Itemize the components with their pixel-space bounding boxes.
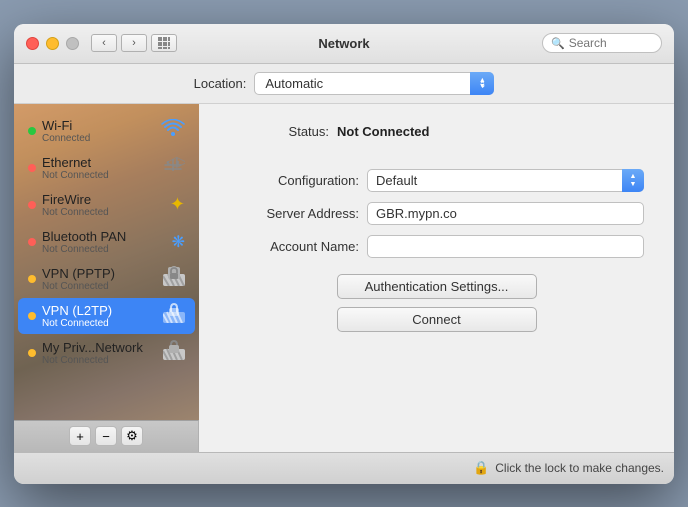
nav-buttons: ‹ › (91, 34, 147, 52)
location-select[interactable]: Automatic (254, 72, 494, 95)
right-panel: Status: Not Connected Configuration: Def… (199, 104, 674, 452)
network-name-vpn-pptp: VPN (PPTP) (42, 266, 159, 281)
lock-icon: 🔒 (473, 460, 489, 476)
minimize-button[interactable] (46, 37, 59, 50)
network-info-ethernet: Ethernet Not Connected (42, 155, 157, 181)
configuration-label: Configuration: (229, 173, 359, 188)
account-name-row: Account Name: (229, 235, 644, 258)
network-info-firewire: FireWire Not Connected (42, 192, 166, 218)
status-dot-vpn-pptp (28, 275, 36, 283)
network-status-wifi: Connected (42, 133, 157, 144)
auth-settings-button[interactable]: Authentication Settings... (337, 274, 537, 299)
network-item-ethernet[interactable]: Ethernet Not Connected ◁▷ (18, 150, 195, 186)
network-name-wifi: Wi-Fi (42, 118, 157, 133)
network-status-bluetooth: Not Connected (42, 244, 168, 255)
network-name-bluetooth: Bluetooth PAN (42, 229, 168, 244)
ethernet-icon: ◁▷ (161, 156, 185, 179)
server-address-row: Server Address: (229, 202, 644, 225)
sidebar-content: Wi-Fi Connected (14, 104, 199, 420)
network-status-vpn-l2tp: Not Connected (42, 318, 159, 329)
vpn-pptp-icon (163, 266, 185, 291)
search-icon: 🔍 (551, 37, 565, 50)
network-item-firewire[interactable]: FireWire Not Connected ✦ (18, 187, 195, 223)
status-dot-bluetooth (28, 238, 36, 246)
network-status-firewire: Not Connected (42, 207, 166, 218)
search-input[interactable] (569, 36, 649, 50)
network-list: Wi-Fi Connected (14, 104, 199, 380)
form-section: Configuration: Default ▲ ▼ Server Addres… (229, 169, 644, 258)
search-bar: 🔍 (542, 33, 662, 53)
network-status-vpn-pptp: Not Connected (42, 281, 159, 292)
svg-text:◁▷: ◁▷ (166, 156, 185, 169)
configuration-select[interactable]: Default (367, 169, 644, 192)
network-info-vpn-pptp: VPN (PPTP) Not Connected (42, 266, 159, 292)
forward-button[interactable]: › (121, 34, 147, 52)
bluetooth-icon: ❋ (172, 232, 185, 252)
status-value: Not Connected (337, 124, 429, 139)
vpn-l2tp-icon (163, 303, 185, 328)
status-dot-my-priv (28, 349, 36, 357)
my-priv-icon (163, 340, 185, 365)
network-name-vpn-l2tp: VPN (L2TP) (42, 303, 159, 318)
location-bar: Location: Automatic ▲ ▼ (14, 64, 674, 104)
location-label: Location: (194, 76, 247, 91)
sidebar-toolbar: + − ⚙ (14, 420, 199, 452)
account-name-input[interactable] (367, 235, 644, 258)
network-item-my-priv[interactable]: My Priv...Network Not Connected (18, 335, 195, 371)
gear-button[interactable]: ⚙ (121, 426, 143, 446)
traffic-lights (26, 37, 79, 50)
configuration-row: Configuration: Default ▲ ▼ (229, 169, 644, 192)
network-item-wifi[interactable]: Wi-Fi Connected (18, 113, 195, 149)
lock-button[interactable]: 🔒 Click the lock to make changes. (473, 460, 664, 476)
network-info-vpn-l2tp: VPN (L2TP) Not Connected (42, 303, 159, 329)
network-name-firewire: FireWire (42, 192, 166, 207)
server-address-input[interactable] (367, 202, 644, 225)
status-label: Status: (229, 124, 329, 139)
network-item-vpn-pptp[interactable]: VPN (PPTP) Not Connected (18, 261, 195, 297)
window: ‹ › Network 🔍 Location: (14, 24, 674, 484)
maximize-button[interactable] (66, 37, 79, 50)
close-button[interactable] (26, 37, 39, 50)
lock-text: Click the lock to make changes. (495, 461, 664, 475)
add-network-button[interactable]: + (69, 426, 91, 446)
status-dot-vpn-l2tp (28, 312, 36, 320)
network-name-my-priv: My Priv...Network (42, 340, 159, 355)
network-item-vpn-l2tp[interactable]: VPN (L2TP) Not Connected (18, 298, 195, 334)
grid-button[interactable] (151, 34, 177, 52)
network-info-my-priv: My Priv...Network Not Connected (42, 340, 159, 366)
status-dot-wifi (28, 127, 36, 135)
titlebar: ‹ › Network 🔍 (14, 24, 674, 64)
network-info-wifi: Wi-Fi Connected (42, 118, 157, 144)
wifi-icon (161, 119, 185, 142)
location-select-wrapper: Automatic ▲ ▼ (254, 72, 494, 95)
configuration-select-wrapper: Default ▲ ▼ (367, 169, 644, 192)
network-info-bluetooth: Bluetooth PAN Not Connected (42, 229, 168, 255)
sidebar-wrapper: Wi-Fi Connected (14, 104, 199, 452)
status-dot-ethernet (28, 164, 36, 172)
network-status-ethernet: Not Connected (42, 170, 157, 181)
network-item-bluetooth[interactable]: Bluetooth PAN Not Connected ❋ (18, 224, 195, 260)
status-dot-firewire (28, 201, 36, 209)
connect-button[interactable]: Connect (337, 307, 537, 332)
bottom-toolbar: 🔒 Click the lock to make changes. (14, 452, 674, 484)
account-name-label: Account Name: (229, 239, 359, 254)
buttons-row: Authentication Settings... Connect (229, 274, 644, 332)
window-title: Network (318, 36, 369, 51)
firewire-icon: ✦ (170, 194, 185, 215)
status-row: Status: Not Connected (229, 124, 644, 139)
main-content: Wi-Fi Connected (14, 104, 674, 452)
server-address-label: Server Address: (229, 206, 359, 221)
network-name-ethernet: Ethernet (42, 155, 157, 170)
network-status-my-priv: Not Connected (42, 355, 159, 366)
remove-network-button[interactable]: − (95, 426, 117, 446)
back-button[interactable]: ‹ (91, 34, 117, 52)
